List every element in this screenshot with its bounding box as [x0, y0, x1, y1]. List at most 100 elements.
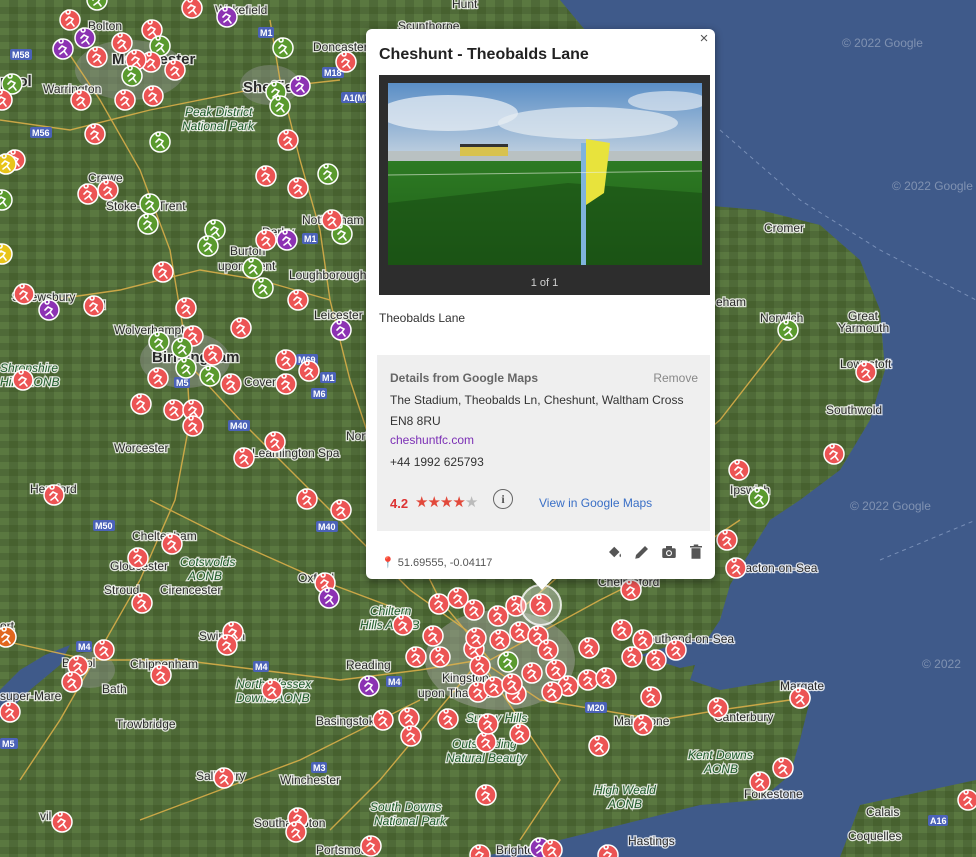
paint-bucket-icon[interactable] [606, 543, 624, 561]
club-marker[interactable] [611, 619, 633, 641]
club-marker[interactable] [509, 621, 531, 643]
club-marker[interactable] [645, 649, 667, 671]
club-marker[interactable] [182, 415, 204, 437]
club-marker[interactable] [707, 697, 729, 719]
club-marker[interactable] [114, 89, 136, 111]
club-marker[interactable] [289, 75, 311, 97]
club-marker[interactable] [285, 821, 307, 843]
club-marker[interactable] [475, 784, 497, 806]
club-marker[interactable] [275, 373, 297, 395]
stadium-photo[interactable] [388, 83, 702, 265]
club-marker[interactable] [233, 447, 255, 469]
club-marker[interactable] [392, 614, 414, 636]
club-marker[interactable] [487, 605, 509, 627]
club-marker[interactable] [447, 587, 469, 609]
club-marker[interactable] [296, 488, 318, 510]
club-marker[interactable] [509, 723, 531, 745]
club-marker[interactable] [317, 163, 339, 185]
club-marker[interactable] [97, 179, 119, 201]
club-marker[interactable] [111, 32, 133, 54]
club-marker[interactable] [405, 646, 427, 668]
club-marker[interactable] [429, 646, 451, 668]
club-marker[interactable] [501, 673, 523, 695]
club-marker[interactable] [12, 369, 34, 391]
club-marker[interactable] [287, 289, 309, 311]
club-marker[interactable] [422, 625, 444, 647]
club-marker[interactable] [287, 177, 309, 199]
club-marker[interactable] [59, 9, 81, 31]
club-marker[interactable] [537, 639, 559, 661]
club-marker[interactable] [264, 431, 286, 453]
club-marker[interactable] [86, 46, 108, 68]
club-marker[interactable] [789, 687, 811, 709]
club-marker[interactable] [220, 373, 242, 395]
club-marker[interactable] [230, 317, 252, 339]
club-marker[interactable] [142, 85, 164, 107]
club-marker[interactable] [121, 65, 143, 87]
club-marker[interactable] [74, 27, 96, 49]
pencil-icon[interactable] [633, 543, 651, 561]
club-marker[interactable] [275, 349, 297, 371]
club-marker[interactable] [335, 51, 357, 73]
club-marker[interactable] [202, 344, 224, 366]
club-marker[interactable] [175, 357, 197, 379]
club-marker[interactable] [577, 669, 599, 691]
club-marker[interactable] [163, 399, 185, 421]
club-marker[interactable] [255, 229, 277, 251]
club-marker[interactable] [489, 629, 511, 651]
club-marker[interactable] [360, 835, 382, 857]
club-marker[interactable] [51, 811, 73, 833]
club-marker[interactable] [521, 662, 543, 684]
club-marker[interactable] [213, 767, 235, 789]
club-marker[interactable] [957, 789, 976, 811]
club-marker[interactable] [428, 593, 450, 615]
club-marker[interactable] [621, 646, 643, 668]
club-marker[interactable] [242, 257, 264, 279]
club-marker[interactable] [0, 626, 17, 648]
club-marker[interactable] [199, 365, 221, 387]
club-marker[interactable] [330, 499, 352, 521]
club-marker[interactable] [255, 165, 277, 187]
camera-icon[interactable] [660, 543, 678, 561]
club-marker[interactable] [497, 651, 519, 673]
club-marker[interactable] [725, 557, 747, 579]
club-marker[interactable] [216, 634, 238, 656]
club-marker[interactable] [477, 713, 499, 735]
club-marker[interactable] [130, 393, 152, 415]
club-marker[interactable] [152, 261, 174, 283]
club-marker[interactable] [777, 319, 799, 341]
trash-icon[interactable] [687, 543, 705, 561]
club-marker[interactable] [855, 361, 877, 383]
website-link[interactable]: cheshuntfc.com [390, 433, 474, 447]
club-marker[interactable] [150, 664, 172, 686]
view-in-google-maps-link[interactable]: View in Google Maps [539, 496, 652, 510]
club-marker[interactable] [137, 213, 159, 235]
photo-gallery[interactable]: 1 of 1 [379, 75, 710, 295]
club-marker[interactable] [632, 629, 654, 651]
selected-club-marker[interactable] [529, 593, 553, 617]
club-marker[interactable] [38, 299, 60, 321]
club-marker[interactable] [261, 679, 283, 701]
club-marker[interactable] [161, 533, 183, 555]
club-marker[interactable] [171, 337, 193, 359]
club-marker[interactable] [272, 37, 294, 59]
club-marker[interactable] [298, 360, 320, 382]
club-marker[interactable] [52, 38, 74, 60]
club-marker[interactable] [716, 529, 738, 551]
remove-button[interactable]: Remove [653, 371, 698, 385]
club-marker[interactable] [276, 229, 298, 251]
club-marker[interactable] [0, 701, 21, 723]
club-marker[interactable] [398, 707, 420, 729]
club-marker[interactable] [728, 459, 750, 481]
club-marker[interactable] [84, 123, 106, 145]
club-marker[interactable] [823, 443, 845, 465]
club-marker[interactable] [748, 487, 770, 509]
club-marker[interactable] [181, 0, 203, 19]
club-marker[interactable] [483, 676, 505, 698]
club-marker[interactable] [318, 587, 340, 609]
club-marker[interactable] [632, 714, 654, 736]
club-marker[interactable] [43, 484, 65, 506]
club-marker[interactable] [175, 297, 197, 319]
club-marker[interactable] [148, 331, 170, 353]
club-marker[interactable] [330, 319, 352, 341]
